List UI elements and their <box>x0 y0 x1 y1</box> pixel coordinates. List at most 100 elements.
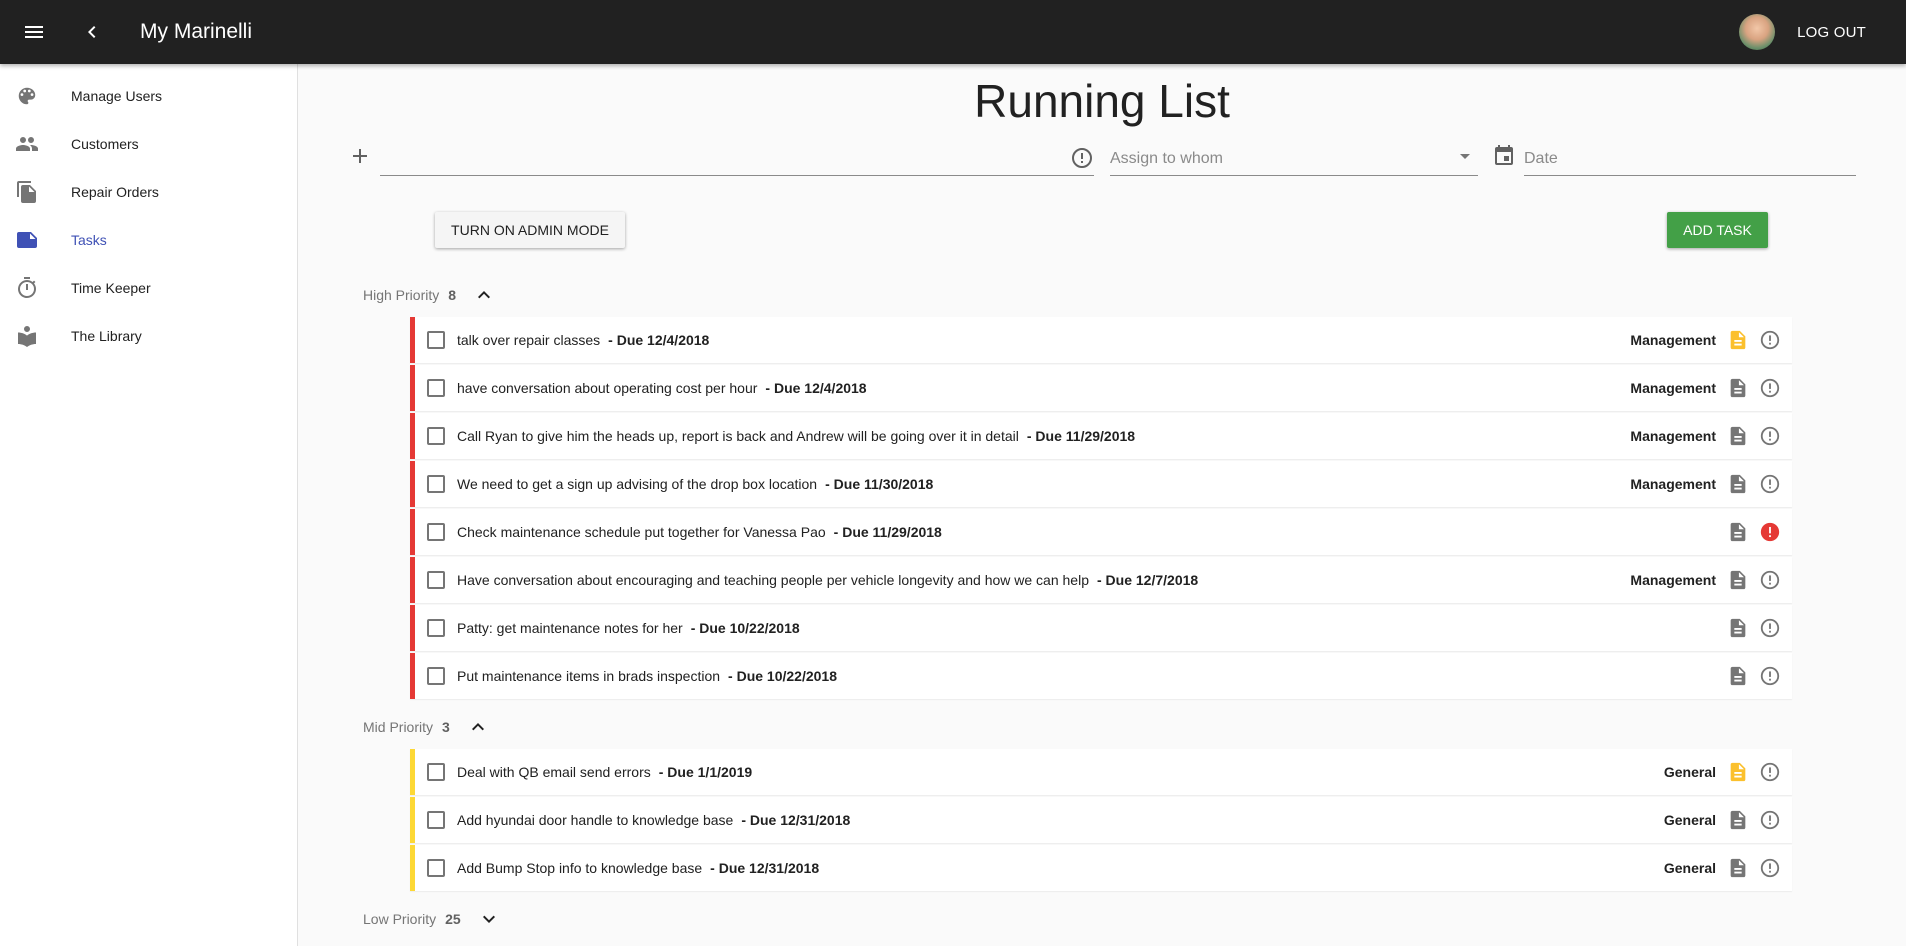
book-icon <box>15 324 39 348</box>
logout-button[interactable]: LOG OUT <box>1797 24 1866 41</box>
task-checkbox[interactable] <box>427 523 445 541</box>
task-text: Add Bump Stop info to knowledge base <box>457 860 703 876</box>
group-count: 8 <box>448 287 457 303</box>
sidebar-item-time-keeper[interactable]: Time Keeper <box>0 264 297 312</box>
task-text: We need to get a sign up advising of the… <box>457 476 818 492</box>
task-checkbox[interactable] <box>427 619 445 637</box>
task-text: have conversation about operating cost p… <box>457 380 758 396</box>
priority-alert-icon[interactable] <box>1758 568 1782 592</box>
task-checkbox[interactable] <box>427 571 445 589</box>
priority-alert-icon[interactable] <box>1758 328 1782 352</box>
task-row: Have conversation about encouraging and … <box>410 557 1792 603</box>
sidebar-item-manage-users[interactable]: Manage Users <box>0 72 297 120</box>
task-text: Check maintenance schedule put together … <box>457 524 826 540</box>
assign-placeholder: Assign to whom <box>1110 150 1223 167</box>
urgent-alert-icon[interactable] <box>1758 520 1782 544</box>
priority-alert-icon[interactable] <box>1070 146 1094 175</box>
task-checkbox[interactable] <box>427 859 445 877</box>
task-checkbox[interactable] <box>427 667 445 685</box>
task-due-date: - Due 12/4/2018 <box>608 332 710 348</box>
note-document-icon[interactable] <box>1726 568 1750 592</box>
note-document-icon[interactable] <box>1726 328 1750 352</box>
note-document-icon[interactable] <box>1726 760 1750 784</box>
note-document-icon[interactable] <box>1726 616 1750 640</box>
sidebar-item-the-library[interactable]: The Library <box>0 312 297 360</box>
main-content: Running List Assign to whom Date TURN ON… <box>298 64 1906 946</box>
task-due-date: - Due 1/1/2019 <box>658 764 753 780</box>
people-icon <box>15 132 39 156</box>
note-document-icon[interactable] <box>1726 424 1750 448</box>
add-icon[interactable] <box>348 144 372 168</box>
task-checkbox[interactable] <box>427 475 445 493</box>
group-count: 3 <box>442 719 450 735</box>
chevron-down-icon[interactable] <box>477 907 501 931</box>
note-document-icon[interactable] <box>1726 520 1750 544</box>
group-title: Low Priority <box>363 911 437 927</box>
task-text: Deal with QB email send errors <box>457 764 651 780</box>
group-title: High Priority <box>363 287 440 303</box>
palette-icon <box>15 84 39 108</box>
task-checkbox[interactable] <box>427 811 445 829</box>
task-text: talk over repair classes <box>457 332 601 348</box>
priority-alert-icon[interactable] <box>1758 472 1782 496</box>
task-category: General <box>1663 764 1716 780</box>
priority-alert-icon[interactable] <box>1758 616 1782 640</box>
task-due-date: - Due 12/7/2018 <box>1097 572 1199 588</box>
chevron-up-icon[interactable] <box>466 715 490 739</box>
sidebar-item-tasks[interactable]: Tasks <box>0 216 297 264</box>
task-row: Call Ryan to give him the heads up, repo… <box>410 413 1792 459</box>
group-header-mid-priority[interactable]: Mid Priority 3 <box>363 715 490 739</box>
calendar-icon[interactable] <box>1492 144 1516 173</box>
task-checkbox[interactable] <box>427 331 445 349</box>
task-text: Have conversation about encouraging and … <box>457 572 1089 588</box>
app-title: My Marinelli <box>140 20 253 43</box>
task-row: Deal with QB email send errors - Due 1/1… <box>410 749 1792 795</box>
note-document-icon[interactable] <box>1726 376 1750 400</box>
note-document-icon[interactable] <box>1726 856 1750 880</box>
sidebar-item-label: Manage Users <box>71 88 163 104</box>
task-category: General <box>1663 860 1716 876</box>
group-header-low-priority[interactable]: Low Priority 25 <box>363 907 501 931</box>
date-field[interactable]: Date <box>1524 140 1856 176</box>
back-arrow-icon[interactable] <box>68 8 116 56</box>
priority-alert-icon[interactable] <box>1758 376 1782 400</box>
sidebar-item-label: Tasks <box>71 232 107 248</box>
priority-alert-icon[interactable] <box>1758 856 1782 880</box>
sidebar-item-label: The Library <box>71 328 142 344</box>
note-document-icon[interactable] <box>1726 664 1750 688</box>
sidebar-item-repair-orders[interactable]: Repair Orders <box>0 168 297 216</box>
dropdown-arrow-icon <box>1460 154 1470 159</box>
task-checkbox[interactable] <box>427 379 445 397</box>
task-category: General <box>1663 812 1716 828</box>
sidebar-item-label: Customers <box>71 136 139 152</box>
admin-mode-button[interactable]: TURN ON ADMIN MODE <box>435 212 625 248</box>
task-checkbox[interactable] <box>427 427 445 445</box>
task-row: Add hyundai door handle to knowledge bas… <box>410 797 1792 843</box>
task-description-input[interactable] <box>380 140 1094 176</box>
add-task-button[interactable]: ADD TASK <box>1667 212 1768 248</box>
chevron-up-icon[interactable] <box>472 283 496 307</box>
task-row: Put maintenance items in brads inspectio… <box>410 653 1792 699</box>
task-row: We need to get a sign up advising of the… <box>410 461 1792 507</box>
task-row: Check maintenance schedule put together … <box>410 509 1792 555</box>
task-due-date: - Due 12/31/2018 <box>741 812 851 828</box>
task-category: Management <box>1630 332 1716 348</box>
avatar[interactable] <box>1739 14 1776 50</box>
priority-alert-icon[interactable] <box>1758 808 1782 832</box>
task-due-date: - Due 10/22/2018 <box>690 620 800 636</box>
task-category: Management <box>1630 428 1716 444</box>
priority-alert-icon[interactable] <box>1758 664 1782 688</box>
sidebar-item-customers[interactable]: Customers <box>0 120 297 168</box>
note-document-icon[interactable] <box>1726 472 1750 496</box>
priority-alert-icon[interactable] <box>1758 424 1782 448</box>
sidebar: Manage Users Customers Repair Orders Tas… <box>0 64 298 946</box>
group-header-high-priority[interactable]: High Priority 8 <box>363 283 496 307</box>
task-text: Call Ryan to give him the heads up, repo… <box>457 428 1019 444</box>
menu-icon[interactable] <box>10 8 58 56</box>
task-due-date: - Due 11/29/2018 <box>833 524 942 540</box>
group-title: Mid Priority <box>363 719 434 735</box>
priority-alert-icon[interactable] <box>1758 760 1782 784</box>
assign-to-select[interactable]: Assign to whom <box>1110 140 1478 176</box>
note-document-icon[interactable] <box>1726 808 1750 832</box>
task-checkbox[interactable] <box>427 763 445 781</box>
